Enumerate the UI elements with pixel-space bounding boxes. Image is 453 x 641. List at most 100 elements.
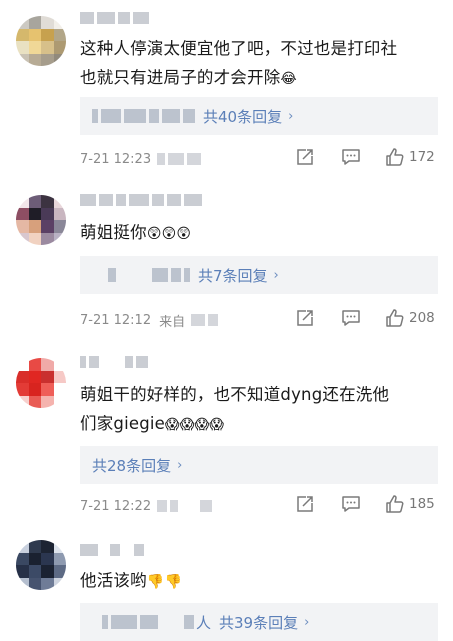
avatar-pixel <box>53 395 66 408</box>
avatar-pixel <box>53 552 66 565</box>
avatar-pixel <box>28 195 41 208</box>
share-icon[interactable] <box>295 147 315 167</box>
reply-user-suffix: 人 <box>196 613 212 632</box>
avatar[interactable] <box>16 195 66 245</box>
chevron-right-icon: › <box>177 457 183 473</box>
source-blurred <box>157 153 202 165</box>
reply-box[interactable]: 共40条回复 › <box>80 97 438 135</box>
avatar-pixel <box>53 195 66 208</box>
surprised-emoji-icon: 😲 <box>146 226 162 242</box>
view-replies-link[interactable]: 共7条回复 › <box>198 265 279 286</box>
share-icon[interactable] <box>295 308 315 328</box>
avatar-pixel <box>41 53 54 66</box>
comment-text: 萌姐挺你😲😲😲 <box>80 223 192 242</box>
comment-item: 萌姐挺你😲😲😲 共7条回复 › 7-21 12:12 来自 208 <box>0 180 453 340</box>
avatar-pixel <box>16 41 29 54</box>
avatar-pixel <box>41 28 54 41</box>
avatar-pixel <box>41 16 54 29</box>
avatar-pixel <box>41 41 54 54</box>
timestamp: 7-21 12:22 <box>80 498 152 514</box>
username-blurred[interactable] <box>80 194 202 208</box>
avatar-pixel <box>16 552 29 565</box>
reply-users-blurred <box>102 615 194 629</box>
laugh-emoji-icon: 😂 <box>280 71 297 87</box>
reply-box[interactable]: 人 共39条回复 › <box>80 603 438 641</box>
comment-text: 这种人停演太便宜他了吧，不过也是打印社 也就只有进局子的才会开除😂 <box>80 39 398 87</box>
thumbs-up-icon[interactable] <box>385 308 405 328</box>
avatar-pixel <box>53 383 66 396</box>
avatar-pixel <box>16 370 29 383</box>
surprised-emoji-icon: 😲 <box>176 226 192 242</box>
avatar-pixel <box>41 383 54 396</box>
like-count: 208 <box>409 310 435 326</box>
thumbs-down-emoji-icon: 👎 <box>146 574 165 590</box>
chevron-right-icon: › <box>288 108 294 124</box>
like-count: 172 <box>409 149 435 165</box>
avatar-pixel <box>53 358 66 371</box>
avatar-pixel <box>41 220 54 233</box>
scream-emoji-icon: 😱 <box>209 417 225 433</box>
avatar-pixel <box>53 577 66 590</box>
avatar-pixel <box>53 16 66 29</box>
comment-icon[interactable] <box>341 308 361 328</box>
avatar-pixel <box>28 540 41 553</box>
comment-meta: 7-21 12:12 来自 208 <box>80 308 437 330</box>
avatar-pixel <box>28 552 41 565</box>
username-blurred[interactable] <box>80 356 148 370</box>
view-replies-link[interactable]: 共39条回复 › <box>219 612 309 633</box>
username-blurred[interactable] <box>80 12 149 26</box>
reply-users-blurred <box>92 109 195 123</box>
avatar-pixel <box>28 28 41 41</box>
avatar-pixel <box>53 28 66 41</box>
avatar-pixel <box>41 577 54 590</box>
avatar[interactable] <box>16 16 66 66</box>
avatar-pixel <box>53 540 66 553</box>
avatar-pixel <box>28 383 41 396</box>
timestamp: 7-21 12:12 <box>80 312 152 328</box>
avatar[interactable] <box>16 540 66 590</box>
avatar-pixel <box>41 540 54 553</box>
view-replies-link[interactable]: 共28条回复 › <box>92 455 182 476</box>
reply-box[interactable]: 共28条回复 › <box>80 446 438 484</box>
comment-item: 萌姐干的好样的，也不知道dyng还在洗他 们家giegie😱😱😱😱 共28条回复… <box>0 340 453 530</box>
view-replies-link[interactable]: 共40条回复 › <box>203 106 293 127</box>
share-icon[interactable] <box>295 494 315 514</box>
scream-emoji-icon: 😱 <box>165 417 180 433</box>
comment-item: 这种人停演太便宜他了吧，不过也是打印社 也就只有进局子的才会开除😂 共40条回复… <box>0 0 453 180</box>
thumbs-up-icon[interactable] <box>385 494 405 514</box>
avatar-pixel <box>28 207 41 220</box>
reply-users-blurred <box>108 268 190 282</box>
avatar[interactable] <box>16 358 66 408</box>
avatar-pixel <box>53 53 66 66</box>
avatar-pixel <box>53 232 66 245</box>
avatar-pixel <box>16 395 29 408</box>
source-blurred <box>157 500 213 512</box>
surprised-emoji-icon: 😲 <box>161 226 177 242</box>
avatar-pixel <box>41 232 54 245</box>
avatar-pixel <box>41 207 54 220</box>
comment-text: 他活该哟👎👎 <box>80 571 183 590</box>
username-blurred[interactable] <box>80 544 144 558</box>
comment-meta: 7-21 12:22 185 <box>80 494 437 516</box>
avatar-pixel <box>16 358 29 371</box>
avatar-pixel <box>53 220 66 233</box>
comment-meta: 7-21 12:23 172 <box>80 147 437 169</box>
avatar-pixel <box>16 195 29 208</box>
scream-emoji-icon: 😱 <box>179 417 195 433</box>
avatar-pixel <box>16 220 29 233</box>
avatar-pixel <box>53 207 66 220</box>
avatar-pixel <box>16 16 29 29</box>
avatar-pixel <box>41 195 54 208</box>
comment-item: 他活该哟👎👎 人 共39条回复 › <box>0 530 453 641</box>
avatar-pixel <box>41 370 54 383</box>
avatar-pixel <box>16 53 29 66</box>
avatar-pixel <box>53 41 66 54</box>
avatar-pixel <box>41 358 54 371</box>
comment-icon[interactable] <box>341 494 361 514</box>
thumbs-up-icon[interactable] <box>385 147 405 167</box>
avatar-pixel <box>16 577 29 590</box>
reply-box[interactable]: 共7条回复 › <box>80 256 438 294</box>
avatar-pixel <box>41 395 54 408</box>
avatar-pixel <box>41 552 54 565</box>
comment-icon[interactable] <box>341 147 361 167</box>
